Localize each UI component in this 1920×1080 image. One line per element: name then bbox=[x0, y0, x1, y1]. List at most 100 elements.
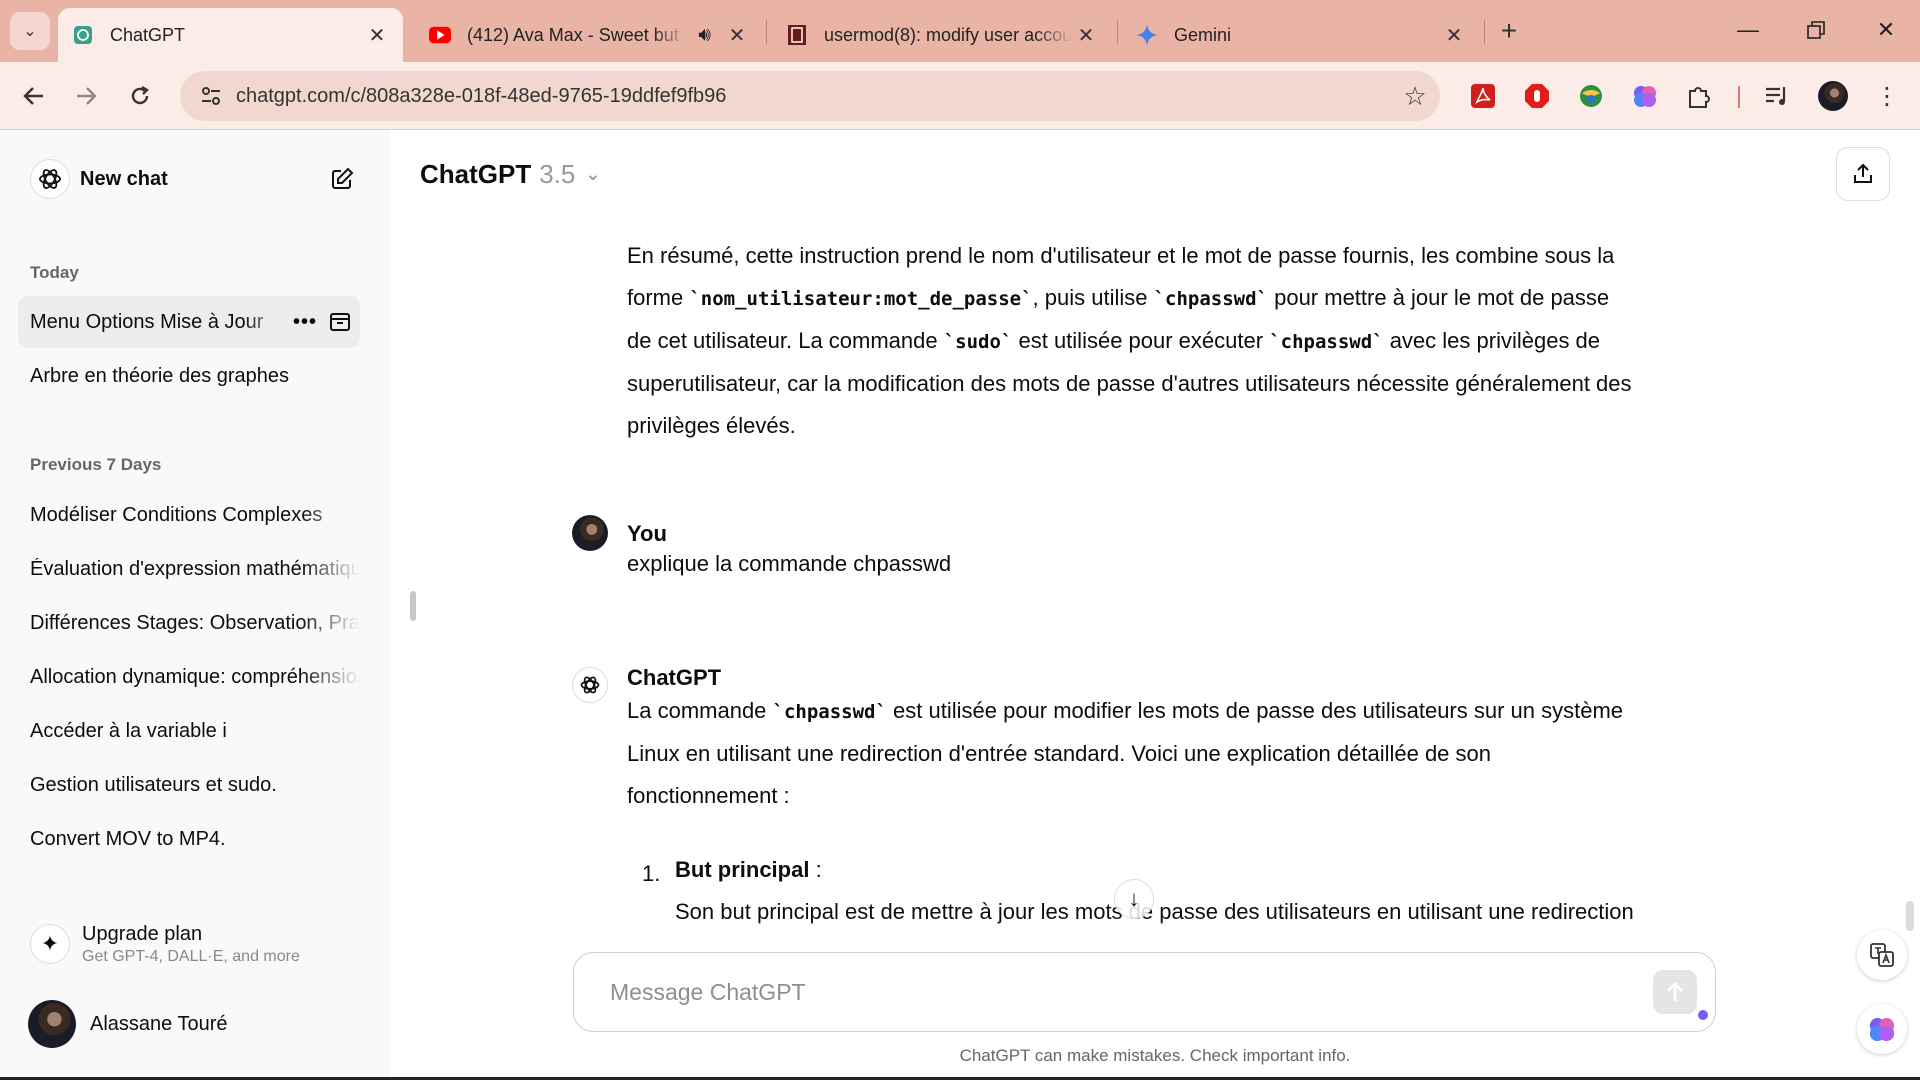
site-info-icon[interactable] bbox=[186, 85, 236, 107]
user-message-avatar bbox=[572, 515, 608, 551]
profile-avatar[interactable] bbox=[1818, 81, 1848, 111]
chevron-down-icon: ⌄ bbox=[23, 23, 37, 40]
arrow-down-icon: ↓ bbox=[1128, 886, 1140, 911]
address-bar[interactable]: chatgpt.com/c/808a328e-018f-48ed-9765-19… bbox=[180, 71, 1440, 121]
share-button[interactable] bbox=[1836, 147, 1890, 201]
tab-title: usermod(8): modify user account bbox=[824, 24, 1072, 45]
compose-icon[interactable] bbox=[324, 161, 360, 197]
browser-toolbar: chatgpt.com/c/808a328e-018f-48ed-9765-19… bbox=[0, 62, 1920, 130]
tab-gemini[interactable]: Gemini ✕ bbox=[1122, 8, 1480, 62]
conversation-item[interactable]: Arbre en théorie des graphes bbox=[18, 350, 360, 402]
openai-logo-icon bbox=[30, 159, 70, 199]
conversation-item[interactable]: Évaluation d'expression mathématique bbox=[18, 543, 360, 595]
status-dot bbox=[1698, 1010, 1708, 1020]
chat-main: ChatGPT 3.5 ⌄ En résumé, cette instructi… bbox=[390, 131, 1920, 1080]
conversation-item[interactable]: Modéliser Conditions Complexes bbox=[18, 489, 360, 541]
assistant-sender-label: ChatGPT bbox=[627, 665, 722, 690]
content-fade bbox=[390, 921, 1920, 939]
more-options-icon[interactable]: ••• bbox=[290, 311, 320, 334]
bookmark-star-icon[interactable]: ☆ bbox=[1390, 81, 1440, 112]
upgrade-title: Upgrade plan bbox=[82, 922, 203, 945]
user-menu-button[interactable]: Alassane Touré bbox=[28, 999, 358, 1049]
close-tab-icon[interactable]: ✕ bbox=[1440, 21, 1468, 49]
arrow-up-icon bbox=[1667, 982, 1683, 1001]
conversation-title: Modéliser Conditions Complexes bbox=[30, 503, 323, 526]
toolbar-separator bbox=[1738, 86, 1740, 108]
assistant-message-summary: En résumé, cette instruction prend le no… bbox=[627, 235, 1717, 447]
url-text[interactable]: chatgpt.com/c/808a328e-018f-48ed-9765-19… bbox=[236, 85, 1390, 108]
sidebar: New chat Today Menu Options Mise à Jour … bbox=[0, 131, 390, 1080]
message-composer[interactable] bbox=[573, 952, 1716, 1032]
user-avatar bbox=[28, 1000, 76, 1048]
forward-button[interactable] bbox=[66, 76, 106, 116]
speaker-icon[interactable]: 🔊︎ bbox=[698, 24, 711, 47]
send-button[interactable] bbox=[1653, 970, 1697, 1014]
tab-usermod[interactable]: usermod(8): modify user account ✕ bbox=[772, 8, 1112, 62]
new-chat-label: New chat bbox=[80, 167, 168, 190]
message-line: fonctionnement : bbox=[627, 783, 790, 808]
conversation-item[interactable]: Convert MOV to MP4. bbox=[18, 813, 360, 865]
conversation-title: Menu Options Mise à Jour bbox=[30, 310, 264, 333]
message-line: forme `nom_utilisateur:mot_de_passe`, pu… bbox=[627, 285, 1610, 310]
translate-icon bbox=[1870, 943, 1894, 967]
model-selector[interactable]: ChatGPT 3.5 ⌄ bbox=[420, 159, 600, 190]
scrollbar-thumb[interactable] bbox=[1906, 901, 1914, 931]
chatgpt-icon bbox=[72, 24, 94, 46]
adblock-extension-icon[interactable] bbox=[1522, 81, 1552, 111]
scroll-to-bottom-button[interactable]: ↓ bbox=[1114, 879, 1154, 919]
conversation-item[interactable]: Gestion utilisateurs et sudo. bbox=[18, 759, 360, 811]
conversation-item[interactable]: Allocation dynamique: compréhension bbox=[18, 651, 360, 703]
plus-icon: + bbox=[1500, 15, 1518, 46]
close-tab-icon[interactable]: ✕ bbox=[363, 21, 391, 49]
tab-separator bbox=[766, 20, 767, 44]
arrow-right-icon bbox=[77, 87, 97, 105]
disclaimer-text: ChatGPT can make mistakes. Check importa… bbox=[959, 1046, 1351, 1065]
conversation-item[interactable]: Différences Stages: Observation, Pratiqu… bbox=[18, 597, 360, 649]
arrow-left-icon bbox=[23, 87, 43, 105]
message-line: superutilisateur, car la modification de… bbox=[627, 371, 1632, 396]
conversation-item-active[interactable]: Menu Options Mise à Jour ••• bbox=[18, 296, 360, 348]
chevron-down-icon: ⌄ bbox=[585, 164, 601, 184]
conversation-title: Gestion utilisateurs et sudo. bbox=[30, 773, 277, 796]
message-input[interactable] bbox=[610, 978, 1653, 1006]
minimize-button[interactable]: — bbox=[1723, 10, 1773, 50]
tab-search-button[interactable]: ⌄ bbox=[10, 12, 50, 50]
tab-separator bbox=[1117, 20, 1118, 44]
close-tab-icon[interactable]: ✕ bbox=[723, 21, 751, 49]
message-line: de cet utilisateur. La commande `sudo` e… bbox=[627, 328, 1601, 353]
list-number: 1. bbox=[642, 861, 661, 886]
conversation-title: Différences Stages: Observation, Pratiqu… bbox=[30, 611, 360, 634]
gemini-icon bbox=[1136, 24, 1158, 46]
new-tab-button[interactable]: + bbox=[1492, 14, 1526, 48]
tab-chatgpt[interactable]: ChatGPT ✕ bbox=[58, 8, 403, 62]
brain-extension-icon[interactable] bbox=[1630, 81, 1660, 111]
share-icon bbox=[1854, 163, 1872, 183]
pdf-extension-icon[interactable] bbox=[1468, 81, 1498, 111]
translate-button[interactable] bbox=[1857, 930, 1907, 980]
close-tab-icon[interactable]: ✕ bbox=[1072, 21, 1100, 49]
new-chat-button[interactable]: New chat bbox=[16, 153, 360, 205]
list-item-title: But principal bbox=[675, 857, 810, 882]
inline-code: `chpasswd` bbox=[1153, 288, 1268, 310]
model-version: 3.5 bbox=[539, 159, 576, 189]
puzzle-extensions-icon[interactable] bbox=[1684, 81, 1714, 111]
conversation-title: Accéder à la variable i bbox=[30, 719, 227, 742]
conversation-title: Convert MOV to MP4. bbox=[30, 827, 226, 850]
inline-code: `sudo` bbox=[943, 331, 1013, 353]
brain-icon bbox=[1869, 1018, 1895, 1042]
close-window-button[interactable]: ✕ bbox=[1861, 10, 1911, 50]
upgrade-plan-button[interactable]: ✦ Upgrade plan Get GPT-4, DALL·E, and mo… bbox=[18, 909, 360, 979]
tab-youtube[interactable]: (412) Ava Max - Sweet but Psycho 🔊︎ ✕ bbox=[415, 8, 763, 62]
media-control-icon[interactable] bbox=[1762, 81, 1792, 111]
archive-icon[interactable] bbox=[320, 311, 360, 333]
brain-assistant-button[interactable] bbox=[1857, 1004, 1907, 1054]
sidebar-resize-handle[interactable] bbox=[410, 591, 416, 621]
conversation-title: Évaluation d'expression mathématique bbox=[30, 557, 360, 580]
restore-button[interactable] bbox=[1791, 10, 1841, 50]
browser-menu-icon[interactable]: ⋮ bbox=[1872, 81, 1902, 111]
conversation-item[interactable]: Accéder à la variable i bbox=[18, 705, 360, 757]
back-button[interactable] bbox=[14, 76, 54, 116]
globe-extension-icon[interactable] bbox=[1576, 81, 1606, 111]
tab-title: ChatGPT bbox=[110, 24, 186, 45]
reload-button[interactable] bbox=[120, 76, 160, 116]
